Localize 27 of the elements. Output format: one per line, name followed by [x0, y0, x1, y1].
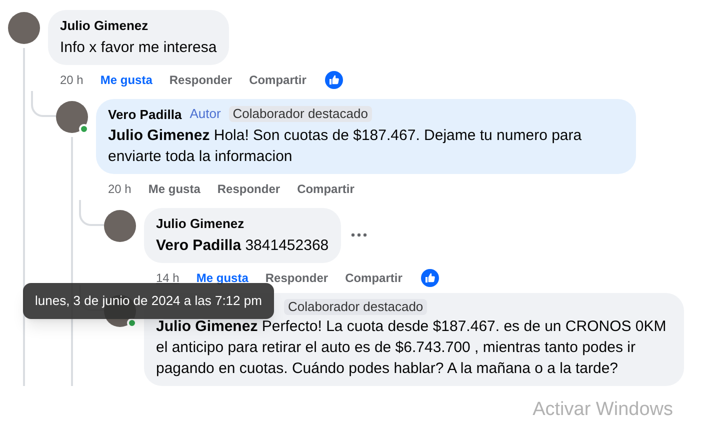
- author-label: Autor: [190, 106, 221, 122]
- avatar[interactable]: [8, 12, 40, 44]
- more-options-icon[interactable]: [350, 233, 367, 238]
- comment-text: Julio Gimenez Perfecto! La cuota desde $187.467. es de un CRONOS 0KM el anticipo para retirar el auto es de $6.743.700 , mientras tanto podes ir pagando en cuotas. Cuándo podes hablar? A la mañana o a la tarde?: [156, 316, 668, 378]
- like-button[interactable]: Me gusta: [100, 70, 152, 88]
- timestamp-link[interactable]: 20 h: [60, 70, 84, 88]
- avatar[interactable]: [56, 100, 88, 132]
- top-contributor-badge: Colaborador destacado: [284, 298, 428, 314]
- avatar[interactable]: [104, 210, 136, 242]
- reply-button[interactable]: Responder: [169, 70, 232, 88]
- comment-text: Info x favor me interesa: [60, 38, 217, 58]
- comment-text: Julio Gimenez Hola! Son cuotas de $187.467. Dejame tu numero para enviarte toda la informacion: [108, 126, 583, 167]
- share-button[interactable]: Compartir: [249, 70, 306, 88]
- reply-button[interactable]: Responder: [217, 180, 280, 198]
- like-reaction-icon[interactable]: [421, 268, 440, 286]
- like-reaction-icon[interactable]: [325, 70, 344, 88]
- date-tooltip: lunes, 3 de junio de 2024 a las 7:12 pm: [23, 283, 274, 318]
- author-name[interactable]: Julio Gimenez: [60, 16, 148, 36]
- author-name[interactable]: Vero Padilla: [108, 104, 182, 124]
- timestamp-link[interactable]: 20 h: [108, 180, 132, 198]
- like-button[interactable]: Me gusta: [148, 180, 200, 198]
- share-button[interactable]: Compartir: [345, 268, 402, 286]
- author-name[interactable]: Julio Gimenez: [156, 214, 244, 234]
- activation-notice: Activar Windows: [532, 399, 673, 421]
- top-contributor-badge: Colaborador destacado: [228, 106, 372, 122]
- comment-text: Vero Padilla 3841452368: [156, 236, 329, 256]
- share-button[interactable]: Compartir: [297, 180, 354, 198]
